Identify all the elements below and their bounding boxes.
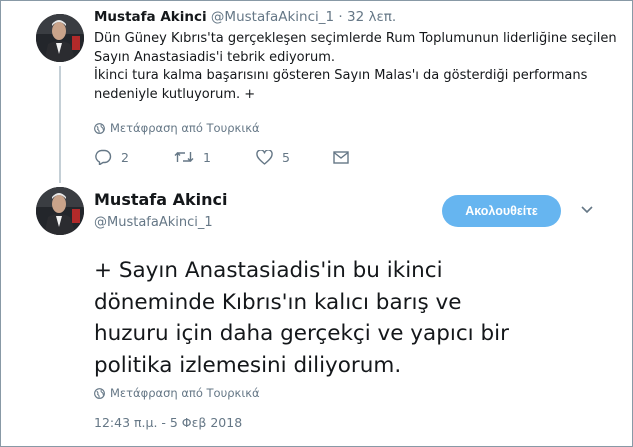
author-handle[interactable]: @MustafaAkinci_1 — [94, 215, 213, 230]
retweet-icon — [174, 152, 194, 162]
thread-connector — [59, 66, 61, 183]
following-button[interactable]: Ακολουθείτε — [442, 195, 561, 227]
envelope-icon — [333, 150, 349, 164]
translate-link[interactable]: Μετάφραση από Τουρκικά — [94, 386, 260, 400]
author-handle[interactable]: @MustafaAkinci_1 — [211, 9, 334, 25]
tweet-line: politika izlemesini diliyorum. — [94, 352, 402, 378]
chevron-down-icon[interactable] — [581, 206, 593, 214]
tweet-line: nedeniyle kutluyorum. + — [94, 86, 256, 102]
tweet-actions: 2 1 5 — [94, 149, 349, 165]
retweet-button[interactable]: 1 — [174, 150, 256, 165]
separator: · — [338, 9, 343, 25]
reply-button[interactable]: 2 — [94, 149, 174, 165]
tweet-line: huzuru için daha gerçekçi ve yapıcı bir — [94, 321, 509, 346]
globe-icon — [94, 387, 105, 399]
tweet-header: Mustafa Akinci @MustafaAkinci_1 · 32 λεπ… — [94, 9, 396, 25]
like-button[interactable]: 5 — [256, 149, 333, 165]
tweet-time[interactable]: 32 λεπ. — [347, 9, 396, 25]
translate-link[interactable]: Μετάφραση από Τουρκικά — [94, 121, 260, 135]
reply-icon — [95, 149, 112, 165]
tweet-line: Dün Güney Kıbrıs'ta gerçekleşen seçimler… — [94, 31, 617, 46]
translate-label: Μετάφραση από Τουρκικά — [110, 121, 260, 135]
direct-message-button[interactable] — [333, 150, 349, 164]
author-name[interactable]: Mustafa Akinci — [94, 9, 207, 25]
like-count: 5 — [282, 149, 290, 165]
heart-icon — [256, 149, 273, 165]
tweet-timestamp[interactable]: 12:43 π.μ. - 5 Φεβ 2018 — [94, 415, 242, 430]
tweet-text: Dün Güney Kıbrıs'ta gerçekleşen seçimler… — [94, 30, 617, 104]
tweet-line: Sayın Anastasiadis'i tebrik ediyorum. — [94, 49, 335, 65]
tweet-line: + Sayın Anastasiadis'in bu ikinci — [94, 258, 443, 283]
tweet-line: İkinci tura kalma başarısını gösteren Sa… — [94, 68, 588, 83]
translate-label: Μετάφραση από Τουρκικά — [110, 386, 260, 400]
reply-count: 2 — [121, 149, 129, 165]
globe-icon — [94, 122, 105, 134]
avatar[interactable] — [36, 187, 84, 235]
tweet-text: + Sayın Anastasiadis'in bu ikinci dönemi… — [94, 255, 614, 381]
avatar[interactable] — [36, 14, 84, 62]
author-name[interactable]: Mustafa Akinci — [94, 190, 227, 209]
tweet-line: döneminde Kıbrıs'ın kalıcı barış ve — [94, 289, 462, 315]
retweet-count: 1 — [203, 149, 211, 165]
